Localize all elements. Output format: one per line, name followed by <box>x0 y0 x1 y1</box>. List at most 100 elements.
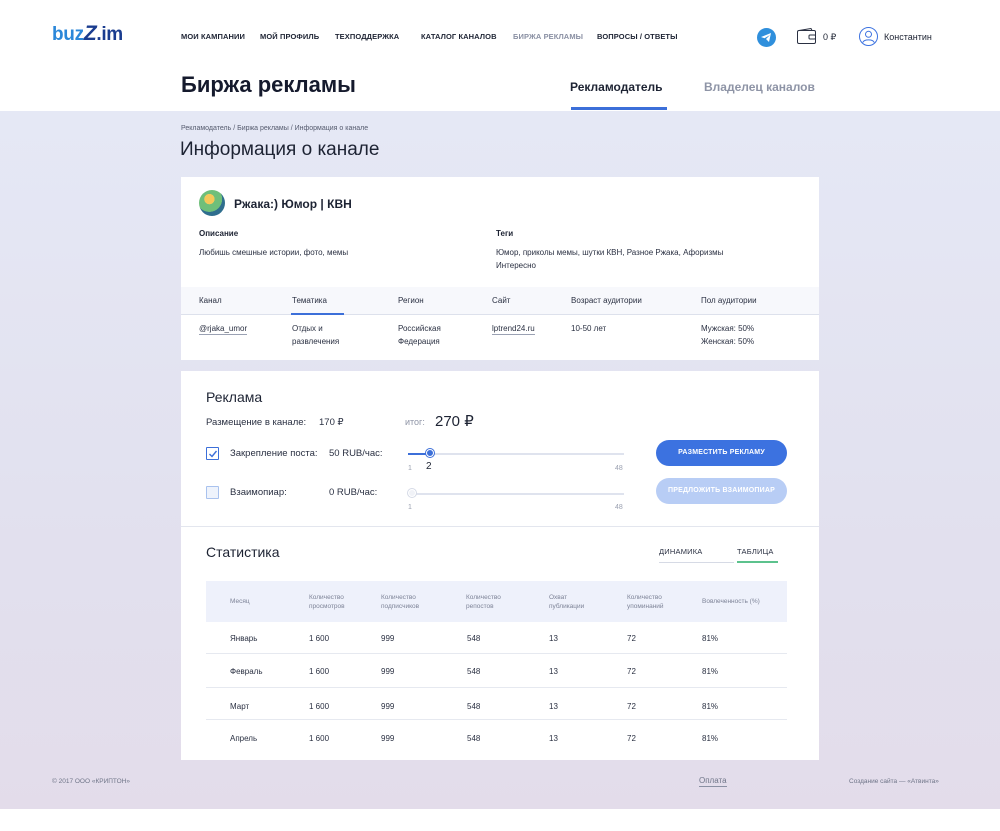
cell-mentions: 72 <box>627 634 636 643</box>
nav-my-campaigns[interactable]: МОИ КАМПАНИИ <box>181 32 245 41</box>
placement-value: 170 ₽ <box>319 417 344 428</box>
footer-copyright: © 2017 ООО «КРИПТОН» <box>52 778 130 785</box>
tags-line-1: Юмор, приколы мемы, шутки КВН, Разное Рж… <box>496 248 724 257</box>
gender-male: Мужская: 50% <box>701 324 755 333</box>
nav-channel-catalog[interactable]: КАТАЛОГ КАНАЛОВ <box>421 32 497 41</box>
section-divider <box>181 526 819 527</box>
channel-handle-link[interactable]: @rjaka_umor <box>199 323 248 335</box>
footer-credits[interactable]: Создание сайта — «Атвинта» <box>849 778 939 785</box>
description-label: Описание <box>199 229 239 238</box>
tab-channel-owner[interactable]: Владелец каналов <box>704 80 815 94</box>
logo[interactable]: buzZ.im <box>52 22 123 46</box>
nav-ad-exchange[interactable]: БИРЖА РЕКЛАМЫ <box>513 32 583 41</box>
ad-title: Реклама <box>206 389 263 405</box>
gender-female: Женская: 50% <box>701 337 755 346</box>
tab-table-active-line <box>737 561 778 563</box>
col-mentions: Количество упоминаний <box>627 593 664 611</box>
topic-line-2: развлечения <box>292 337 340 346</box>
table-row: Январь 1 600 999 548 13 72 81% <box>206 622 787 654</box>
info-header-age[interactable]: Возраст аудитории <box>571 296 642 305</box>
topic-line-1: Отдых и <box>292 324 323 333</box>
cell-views: 1 600 <box>309 734 330 743</box>
table-row: Март 1 600 999 548 13 72 81% <box>206 688 787 720</box>
mutual-slider-handle[interactable] <box>408 489 416 497</box>
site-link[interactable]: lptrend24.ru <box>492 323 535 335</box>
col-month: Месяц <box>230 598 250 605</box>
cell-reach: 13 <box>549 634 558 643</box>
pin-slider-max: 48 <box>615 465 623 472</box>
cell-subscribers: 999 <box>381 734 395 743</box>
cell-reach: 13 <box>549 734 558 743</box>
col-views-line2: просмотров <box>309 603 345 610</box>
tab-dynamics[interactable]: ДИНАМИКА <box>659 547 703 556</box>
active-tab-underline <box>571 107 667 110</box>
cell-reposts: 548 <box>467 667 481 676</box>
mutual-pr-checkbox[interactable] <box>206 486 219 499</box>
pin-post-checkbox[interactable] <box>206 447 219 460</box>
pin-slider-track[interactable] <box>408 453 624 455</box>
pin-slider-handle[interactable] <box>426 449 434 457</box>
footer-payment-link[interactable]: Оплата <box>699 776 727 787</box>
channel-name: Ржака:) Юмор | КВН <box>234 197 352 211</box>
wallet-amount: 0 ₽ <box>823 32 837 42</box>
total-label: итог: <box>405 417 425 427</box>
pin-post-label: Закрепление поста: <box>230 448 318 459</box>
cell-mentions: 72 <box>627 702 636 711</box>
info-header-gender[interactable]: Пол аудитории <box>701 296 757 305</box>
col-subscribers-line2: подписчиков <box>381 603 420 610</box>
cell-mentions: 72 <box>627 734 636 743</box>
mutual-pr-label: Взаимопиар: <box>230 487 287 498</box>
nav-faq[interactable]: ВОПРОСЫ / ОТВЕТЫ <box>597 32 678 41</box>
col-reach-line2: публикации <box>549 603 585 610</box>
cell-engagement: 81% <box>702 634 719 643</box>
cell-views: 1 600 <box>309 667 330 676</box>
mutual-slider-track[interactable] <box>408 493 624 495</box>
section-title: Информация о канале <box>180 139 380 160</box>
col-subscribers-line1: Количество <box>381 594 416 601</box>
nav-my-profile[interactable]: МОЙ ПРОФИЛЬ <box>260 32 319 41</box>
logo-part1: buz <box>52 24 84 45</box>
user-name[interactable]: Константин <box>884 32 932 42</box>
wallet-icon[interactable] <box>797 28 816 44</box>
col-reach: Охват публикации <box>549 593 584 611</box>
channel-info-card: Ржака:) Юмор | КВН Описание Любишь смешн… <box>181 177 819 360</box>
region-line-2: Федерация <box>398 337 440 346</box>
user-icon[interactable] <box>859 27 878 46</box>
mutual-slider-max: 48 <box>615 504 623 511</box>
cell-views: 1 600 <box>309 702 330 711</box>
logo-part2: Z <box>83 22 97 45</box>
logo-part3: .im <box>96 24 123 45</box>
tab-table[interactable]: ТАБЛИЦА <box>737 547 774 556</box>
info-header-region[interactable]: Регион <box>398 296 424 305</box>
region-line-1: Российская <box>398 324 441 333</box>
tags-line-2: Интересно <box>496 261 536 270</box>
col-views-line1: Количество <box>309 594 344 601</box>
tags-label: Теги <box>496 229 514 238</box>
breadcrumb[interactable]: Рекламодатель / Биржа рекламы / Информац… <box>181 125 368 132</box>
cell-reposts: 548 <box>467 734 481 743</box>
place-ad-button[interactable]: РАЗМЕСТИТЬ РЕКЛАМУ <box>656 440 787 466</box>
cell-engagement: 81% <box>702 667 719 676</box>
table-row: Февраль 1 600 999 548 13 72 81% <box>206 654 787 688</box>
info-header-topic[interactable]: Тематика <box>292 296 327 305</box>
pin-slider-value: 2 <box>426 461 432 472</box>
cell-subscribers: 999 <box>381 667 395 676</box>
cell-month: Март <box>230 702 250 711</box>
description-text: Любишь смешные истории, фото, мемы <box>199 248 349 257</box>
info-header-channel[interactable]: Канал <box>199 296 222 305</box>
total-value: 270 ₽ <box>435 413 474 430</box>
tab-advertiser[interactable]: Рекламодатель <box>570 80 663 94</box>
col-reposts: Количество репостов <box>466 593 501 611</box>
cell-reposts: 548 <box>467 634 481 643</box>
nav-support[interactable]: ТЕХПОДДЕРЖКА <box>335 32 399 41</box>
mutual-slider-min: 1 <box>408 504 412 511</box>
col-views: Количество просмотров <box>309 593 345 611</box>
info-header-site[interactable]: Сайт <box>492 296 510 305</box>
channel-avatar <box>199 190 225 216</box>
offer-mutual-pr-button[interactable]: ПРЕДЛОЖИТЬ ВЗАИМОПИАР <box>656 478 787 504</box>
cell-reach: 13 <box>549 702 558 711</box>
col-engagement: Вовлеченность (%) <box>702 598 760 605</box>
cell-engagement: 81% <box>702 734 719 743</box>
telegram-icon[interactable] <box>757 28 776 47</box>
col-subscribers: Количество подписчиков <box>381 593 419 611</box>
